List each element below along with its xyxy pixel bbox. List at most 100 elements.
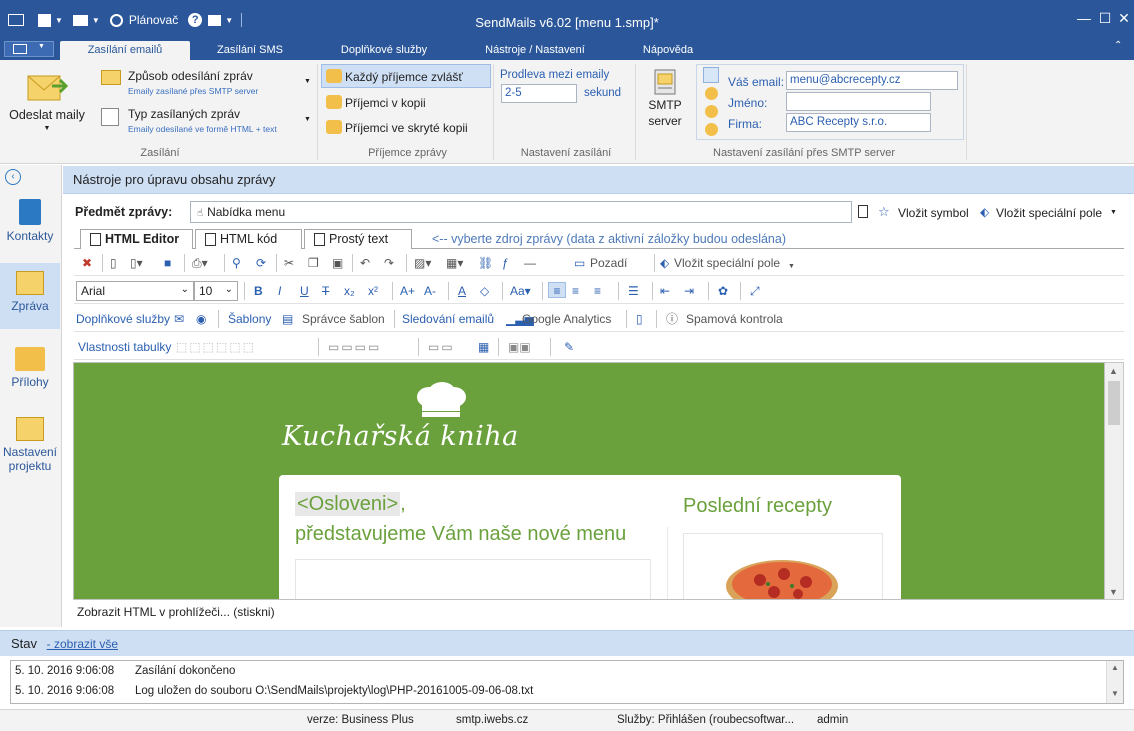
insert-special-dropdown-icon[interactable]: ▼ (1110, 209, 1117, 216)
log-list[interactable]: 5. 10. 2016 9:06:08 Zasílání dokončeno 5.… (10, 660, 1124, 704)
smtp-server-button[interactable]: SMTP server (641, 66, 689, 142)
show-all-link[interactable]: - zobrazit vše (47, 637, 118, 651)
star-icon[interactable]: ☆ (878, 204, 890, 220)
redo-icon[interactable]: ↷ (384, 255, 394, 271)
back-icon[interactable]: ‹ (5, 169, 21, 185)
superscript-icon[interactable]: x² (368, 283, 378, 299)
table-properties-button[interactable]: Vlastnosti tabulky (78, 339, 171, 355)
google-analytics-button[interactable]: Google Analytics (522, 311, 611, 327)
align-left-icon[interactable]: ≡ (548, 282, 566, 298)
horizontal-line-icon[interactable]: — (524, 255, 536, 271)
table-icon[interactable]: ▦▾ (446, 255, 463, 271)
tab-html-code[interactable]: HTML kód (195, 229, 302, 249)
find-icon[interactable]: ⚲ (232, 255, 241, 271)
view-in-browser-link[interactable]: Zobrazit HTML v prohlížeči... (stiskni) (77, 605, 275, 619)
insert-special-field-button[interactable]: Vložit speciální pole (996, 206, 1102, 220)
strikethrough-icon[interactable]: T (322, 283, 329, 299)
print-icon[interactable]: ⎙▾ (192, 255, 208, 271)
template-manager-button[interactable]: Správce šablon (302, 311, 385, 327)
shrink-font-icon[interactable]: A- (424, 283, 436, 299)
insert-special-dropdown-icon[interactable]: ▼ (788, 259, 795, 275)
email-field[interactable]: menu@abcrecepty.cz (786, 71, 958, 90)
paste-icon[interactable]: ▣ (332, 255, 343, 271)
subject-input[interactable]: ☝ Nabídka menu (190, 201, 852, 223)
subscript-icon[interactable]: x₂ (344, 283, 355, 299)
highlight-icon[interactable]: ◇ (480, 283, 489, 299)
tab-html-editor[interactable]: HTML Editor (80, 229, 193, 249)
document-icon[interactable] (858, 205, 868, 218)
tab-addon-services[interactable]: Doplňkové služby (320, 41, 448, 60)
insert-symbol-button[interactable]: Vložit symbol (898, 206, 969, 220)
italic-icon[interactable]: I (278, 283, 281, 299)
palette-icon[interactable]: ✿ (718, 283, 728, 299)
grow-font-icon[interactable]: A+ (400, 283, 415, 299)
tab-help[interactable]: Nápověda (620, 41, 716, 60)
message-type-dropdown[interactable]: Typ zasílaných zpráv Emaily odesílané ve… (96, 104, 314, 140)
undo-icon[interactable]: ↶ (360, 255, 370, 271)
preview-eye-icon[interactable]: ◉ (196, 311, 206, 327)
spam-check-button[interactable]: Spamová kontrola (686, 311, 783, 327)
edit-icon[interactable]: ✎ (564, 339, 574, 355)
templates-button[interactable]: Šablony (228, 311, 271, 327)
editor-panel-title: Nástroje pro úpravu obsahu zprávy (63, 166, 1134, 194)
font-color-icon[interactable]: A (458, 283, 466, 299)
close-button[interactable]: ✕ (1114, 10, 1134, 26)
facebook-icon[interactable]: ƒ (502, 255, 509, 271)
scroll-down-icon[interactable]: ▼ (1109, 587, 1118, 597)
company-field[interactable]: ABC Recepty s.r.o. (786, 113, 931, 132)
save-document-icon[interactable]: ■ (164, 255, 171, 271)
html-preview[interactable]: Kuchařská kniha <Osloveni>, představujem… (73, 362, 1105, 600)
email-tracking-button[interactable]: Sledování emailů (402, 311, 494, 327)
copy-icon[interactable]: ❐ (308, 255, 319, 271)
underline-icon[interactable]: U (300, 283, 309, 299)
refresh-icon[interactable]: ⟳ (256, 255, 266, 271)
indent-icon[interactable]: ⇥ (684, 283, 694, 299)
fullscreen-icon[interactable]: ⤢ (750, 283, 760, 299)
outdent-icon[interactable]: ⇤ (660, 283, 670, 299)
scroll-down-icon[interactable]: ▼ (1111, 689, 1119, 698)
scroll-up-icon[interactable]: ▲ (1111, 663, 1119, 672)
align-center-icon[interactable]: ≡ (572, 283, 579, 299)
tab-plain-text[interactable]: Prostý text (304, 229, 412, 249)
clear-icon[interactable]: ✖ (82, 255, 92, 271)
insert-special-field-button-2[interactable]: Vložit speciální pole (674, 255, 780, 271)
sidebar-item-contacts[interactable]: Kontakty (0, 199, 60, 249)
tab-sms-sending[interactable]: Zasílání SMS (195, 41, 305, 60)
sidebar-item-message[interactable]: Zpráva (0, 263, 60, 329)
check-document-icon[interactable]: ▯ (636, 311, 643, 327)
font-family-select[interactable]: Arial ⌄ (76, 281, 194, 301)
bold-icon[interactable]: B (254, 283, 263, 299)
send-method-dropdown[interactable]: Způsob odesílání zpráv Emaily zasílané p… (96, 66, 314, 102)
image-icon[interactable]: ▨▾ (414, 255, 431, 271)
tab-email-sending[interactable]: Zasílání emailů (60, 41, 190, 60)
delay-input[interactable]: 2-5 (501, 84, 577, 103)
font-size-select[interactable]: 10 ⌄ (194, 281, 238, 301)
sidebar-item-project-settings[interactable]: Nastavení projektu (0, 417, 60, 483)
sidebar-item-attachments[interactable]: Přílohy (0, 347, 60, 397)
log-scrollbar[interactable]: ▲ ▼ (1106, 661, 1123, 703)
recipient-each-option[interactable]: Každý příjemce zvlášť (321, 64, 491, 88)
recipient-bcc-option[interactable]: Příjemci ve skryté kopii (321, 115, 491, 139)
file-menu-button[interactable]: ▼ (4, 41, 54, 57)
background-button[interactable]: Pozadí (590, 255, 627, 271)
scroll-thumb[interactable] (1108, 381, 1120, 425)
minimize-button[interactable]: — (1074, 10, 1094, 26)
name-field[interactable] (786, 92, 931, 111)
addon-mail-icon[interactable]: ✉ (174, 311, 184, 327)
send-mails-button[interactable]: Odeslat maily ▼ (6, 66, 88, 144)
recipient-cc-option[interactable]: Příjemci v kopii (321, 90, 491, 114)
table-grid-icon[interactable]: ▦ (478, 339, 489, 355)
preview-scrollbar[interactable]: ▲ ▼ (1105, 362, 1124, 600)
cut-icon[interactable]: ✂ (284, 255, 294, 271)
align-right-icon[interactable]: ≡ (594, 283, 601, 299)
link-icon[interactable]: ⛓ (478, 255, 493, 271)
open-document-icon[interactable]: ▯▾ (130, 255, 143, 271)
scroll-up-icon[interactable]: ▲ (1109, 366, 1118, 376)
tab-tools-settings[interactable]: Nástroje / Nastavení (470, 41, 600, 60)
addon-services-button[interactable]: Doplňkové služby (76, 311, 170, 327)
bullet-list-icon[interactable]: ☰ (628, 283, 639, 299)
maximize-button[interactable]: ☐ (1095, 10, 1115, 26)
text-case-icon[interactable]: Aa▾ (510, 283, 531, 299)
new-document-icon[interactable]: ▯ (110, 255, 117, 271)
collapse-ribbon-icon[interactable]: ⌃ (1114, 40, 1122, 51)
